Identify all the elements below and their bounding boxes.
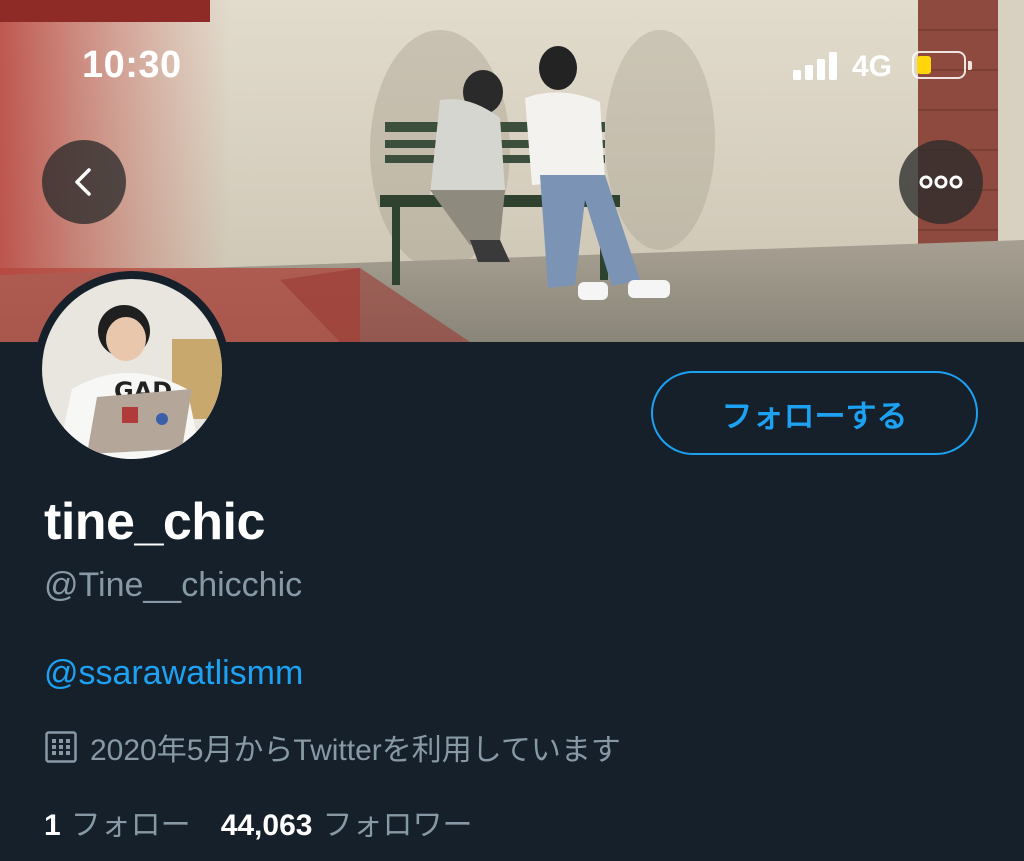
chevron-left-icon (75, 168, 91, 196)
network-type: 4G (852, 50, 893, 83)
battery-level (917, 56, 931, 74)
follow-stats: 1 フォロー 44,063 フォロワー (44, 800, 502, 844)
following-count-link[interactable]: 1 フォロー (44, 800, 191, 844)
following-label: フォロー (70, 809, 191, 842)
avatar[interactable]: GAD (34, 271, 230, 467)
followers-label: フォロワー (322, 809, 473, 842)
joined-date-text: 2020年5月からTwitterを利用しています (90, 734, 621, 767)
follow-button[interactable]: フォローする (651, 371, 978, 455)
more-horizontal-icon (919, 175, 963, 189)
back-button[interactable] (42, 140, 126, 224)
calendar-icon (45, 731, 77, 763)
following-count: 1 (44, 809, 61, 842)
cellular-signal-icon (793, 52, 839, 80)
avatar-photo: GAD (42, 279, 222, 459)
followers-count-link[interactable]: 44,063 フォロワー (221, 800, 473, 844)
user-handle: @Tine__chicchic (44, 566, 303, 604)
profile-screen: 10:30 4G GAD フォローする tine_chic @Tine__chi… (0, 0, 1024, 861)
followers-count: 44,063 (220, 809, 313, 842)
status-time: 10:30 (82, 44, 182, 86)
joined-date: 2020年5月からTwitterを利用しています (44, 727, 621, 767)
more-options-button[interactable] (899, 140, 983, 224)
bio-mention-link[interactable]: @ssarawatlismm (44, 654, 303, 693)
display-name: tine_chic (44, 493, 265, 551)
battery-icon (912, 51, 972, 79)
